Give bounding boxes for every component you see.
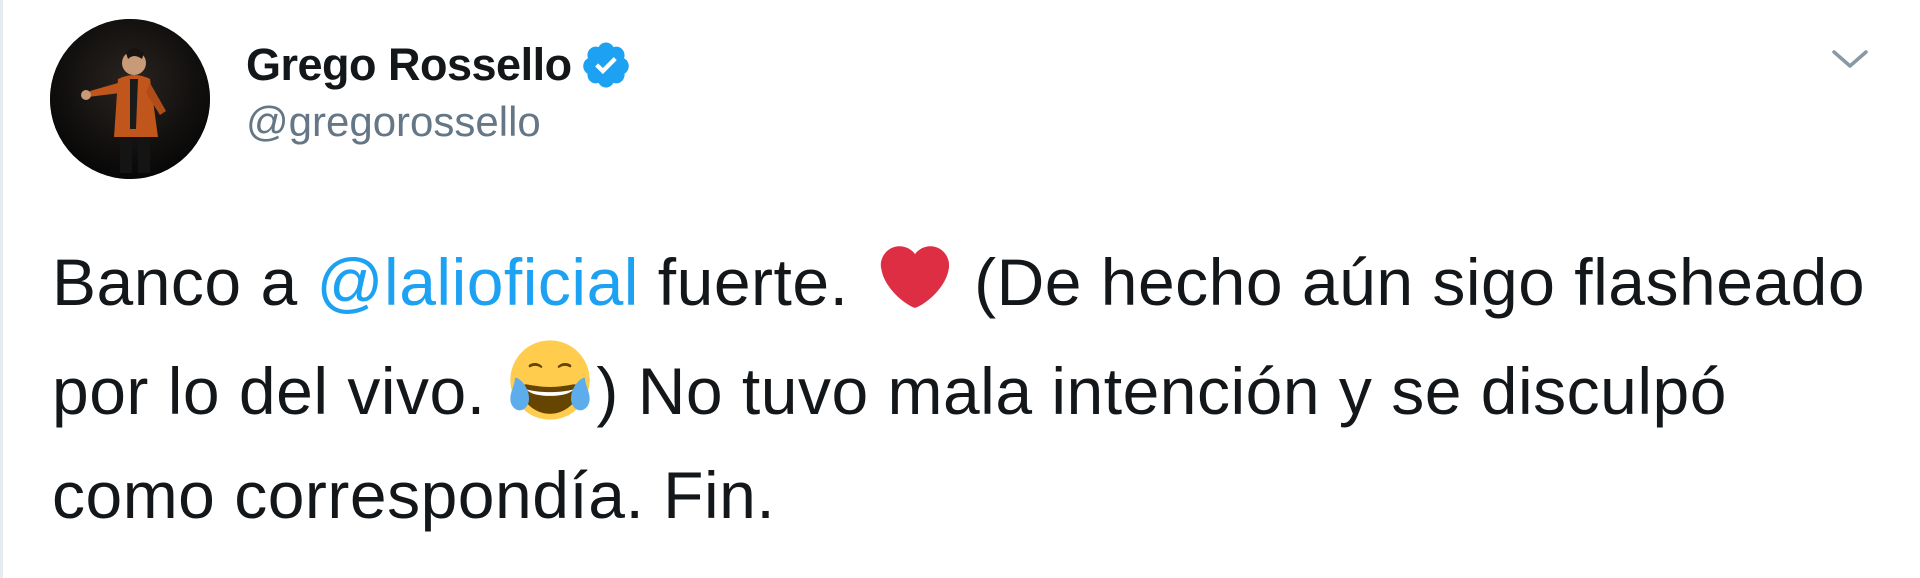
tweet-header: Grego Rossello @gregorossello [246, 36, 632, 146]
name-row: Grego Rossello [246, 36, 632, 94]
card-border [0, 0, 3, 578]
avatar-image [50, 19, 210, 179]
mention-link[interactable]: @lalioficial [317, 245, 639, 319]
red-heart-icon [871, 242, 951, 338]
tweet-text-part: fuerte. [638, 245, 868, 319]
verified-badge-icon [580, 39, 632, 91]
tweet-text-part: Banco a [52, 245, 317, 319]
avatar[interactable] [50, 19, 210, 179]
tweet-card: Grego Rossello @gregorossello Banco a @l… [0, 0, 1920, 578]
face-with-tears-of-joy-icon [508, 338, 592, 447]
chevron-down-icon[interactable] [1830, 46, 1870, 74]
user-handle[interactable]: @gregorossello [246, 98, 632, 146]
tweet-text: Banco a @lalioficial fuerte. (De hecho a… [52, 234, 1882, 543]
display-name[interactable]: Grego Rossello [246, 39, 572, 91]
